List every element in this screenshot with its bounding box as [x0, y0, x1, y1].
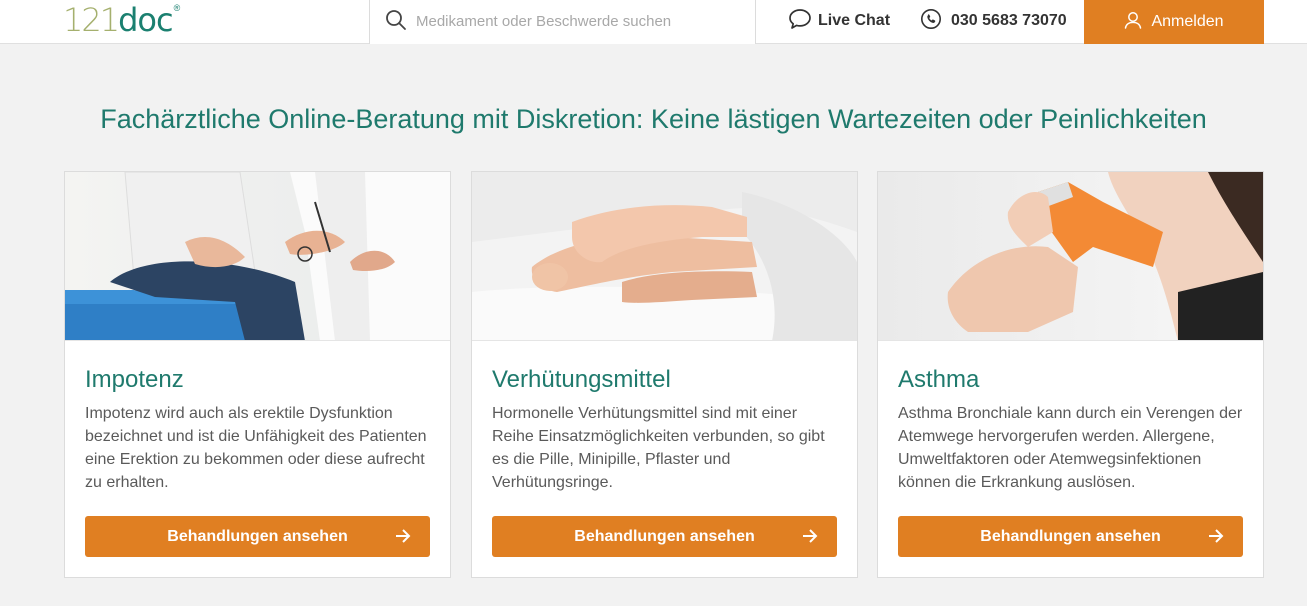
- logo-word: doc: [118, 1, 173, 39]
- card-title: Verhütungsmittel: [492, 366, 671, 393]
- button-label: Behandlungen ansehen: [167, 527, 348, 545]
- view-treatments-button[interactable]: Behandlungen ansehen: [898, 516, 1243, 557]
- phone-icon: [920, 8, 942, 35]
- logo-registered-mark: ®: [173, 3, 181, 13]
- search-bar: [369, 0, 756, 44]
- page-headline: Fachärztliche Online-Beratung mit Diskre…: [100, 104, 1207, 134]
- login-button[interactable]: Anmelden: [1084, 0, 1264, 44]
- card-title: Asthma: [898, 366, 980, 393]
- card-description: Impotenz wird auch als erektile Dysfunkt…: [85, 405, 427, 491]
- button-label: Behandlungen ansehen: [980, 527, 1161, 545]
- card-image-asthma[interactable]: [878, 172, 1263, 341]
- card-description: Asthma Bronchiale kann durch ein Verenge…: [898, 405, 1243, 491]
- phone-number: 030 5683 73070: [951, 12, 1067, 29]
- arrow-right-icon: [1207, 528, 1225, 544]
- logo-number: 121: [63, 1, 120, 39]
- card-title: Impotenz: [85, 366, 184, 393]
- card-verhuetungsmittel: Verhütungsmittel Hormonelle Verhütungsmi…: [471, 171, 858, 578]
- arrow-right-icon: [394, 528, 412, 544]
- button-label: Behandlungen ansehen: [574, 527, 755, 545]
- site-header: 121 doc ® Live Chat 030 5683 73070 Anmel…: [0, 0, 1307, 44]
- view-treatments-button[interactable]: Behandlungen ansehen: [85, 516, 430, 557]
- login-label: Anmelden: [1151, 13, 1224, 30]
- user-icon: [1124, 11, 1142, 34]
- live-chat-link[interactable]: Live Chat: [788, 8, 891, 35]
- arrow-right-icon: [801, 528, 819, 544]
- card-description: Hormonelle Verhütungsmittel sind mit ein…: [492, 405, 825, 491]
- search-input[interactable]: [416, 8, 736, 34]
- chat-bubble-icon: [788, 8, 812, 35]
- phone-link[interactable]: 030 5683 73070: [920, 8, 1067, 35]
- search-icon[interactable]: [385, 9, 407, 31]
- card-impotenz: Impotenz Impotenz wird auch als erektile…: [64, 171, 451, 578]
- logo-121doc[interactable]: 121 doc ®: [63, 2, 180, 38]
- card-image-verhuetungsmittel[interactable]: [472, 172, 857, 341]
- view-treatments-button[interactable]: Behandlungen ansehen: [492, 516, 837, 557]
- card-asthma: Asthma Asthma Bronchiale kann durch ein …: [877, 171, 1264, 578]
- card-image-impotenz[interactable]: [65, 172, 450, 341]
- live-chat-label: Live Chat: [818, 12, 891, 29]
